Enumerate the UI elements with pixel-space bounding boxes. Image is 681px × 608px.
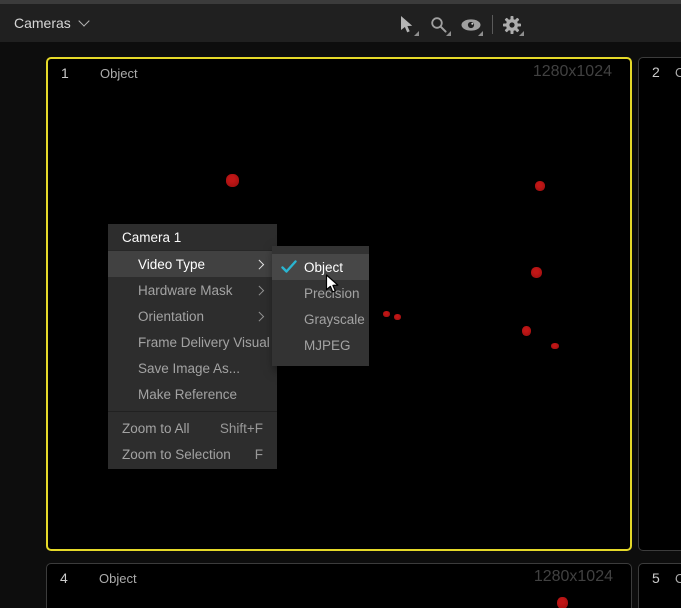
submenu-item-label: Object <box>304 260 343 275</box>
settings-tool-button[interactable] <box>499 12 524 37</box>
tool-dropdown-corner-icon <box>478 31 483 36</box>
shortcut-label: Shift+F <box>220 421 263 436</box>
panel-number: 4 <box>60 570 68 586</box>
menu-item-label: Frame Delivery Visual <box>138 335 270 350</box>
cursor-icon <box>400 16 414 34</box>
chevron-down-icon <box>78 15 89 26</box>
panel-video-type-label: Object <box>675 571 681 586</box>
visibility-tool-button[interactable] <box>458 12 483 37</box>
panel-number: 1 <box>61 65 69 81</box>
panel-resolution: 1280x1024 <box>533 63 612 81</box>
menu-item-zoom-to-selection[interactable]: Zoom to Selection F <box>108 441 277 467</box>
context-menu: Camera 1 Video Type Hardware Mask Orient… <box>108 224 277 469</box>
panel-video-type-label: Object <box>100 66 138 81</box>
menu-item-video-type[interactable]: Video Type <box>108 251 277 277</box>
menu-item-label: Zoom to All <box>122 421 190 436</box>
submenu-arrow-icon <box>254 285 263 294</box>
tracked-marker <box>531 267 542 278</box>
menu-item-label: Hardware Mask <box>138 283 233 298</box>
menu-item-frame-delivery-visual[interactable]: Frame Delivery Visual <box>108 329 277 355</box>
menu-item-label: Orientation <box>138 309 204 324</box>
tracked-marker <box>551 343 559 349</box>
menu-item-orientation[interactable]: Orientation <box>108 303 277 329</box>
panel-number: 2 <box>652 64 660 80</box>
panel-video-type-label: Object <box>675 65 681 80</box>
menu-item-label: Video Type <box>138 257 205 272</box>
zoom-tool-button[interactable] <box>426 12 451 37</box>
camera-viewport-2[interactable]: 2 Object <box>638 57 681 551</box>
submenu-item-mjpeg[interactable]: MJPEG <box>272 332 369 358</box>
menu-item-label: Make Reference <box>138 387 237 402</box>
tracked-marker <box>522 326 531 336</box>
cameras-view-dropdown[interactable]: Cameras <box>14 13 88 33</box>
context-menu-header: Camera 1 <box>108 224 277 251</box>
tool-dropdown-corner-icon <box>414 31 419 36</box>
submenu-arrow-icon <box>254 311 263 320</box>
menu-item-label: Save Image As... <box>138 361 240 376</box>
tracked-marker <box>226 174 239 187</box>
cameras-view-label: Cameras <box>14 15 71 31</box>
video-type-submenu: Object Precision Grayscale MJPEG <box>272 246 369 366</box>
tracked-marker <box>535 181 545 191</box>
topbar: Cameras <box>0 4 681 42</box>
toolbar <box>394 12 531 37</box>
toolbar-separator <box>492 15 493 34</box>
camera-viewport-5[interactable]: 5 Object <box>638 563 681 608</box>
magnifier-icon <box>430 16 448 34</box>
menu-item-hardware-mask[interactable]: Hardware Mask <box>108 277 277 303</box>
submenu-item-label: MJPEG <box>304 338 351 353</box>
checkmark-icon <box>281 260 297 274</box>
eye-icon <box>460 18 482 32</box>
panel-video-type-label: Object <box>99 571 137 586</box>
menu-item-zoom-to-all[interactable]: Zoom to All Shift+F <box>108 415 277 441</box>
tool-dropdown-corner-icon <box>446 31 451 36</box>
submenu-item-object[interactable]: Object <box>272 254 369 280</box>
menu-separator <box>108 411 277 412</box>
tracked-marker <box>394 314 401 320</box>
panel-number: 5 <box>652 570 660 586</box>
menu-item-save-image-as[interactable]: Save Image As... <box>108 355 277 381</box>
submenu-arrow-icon <box>254 259 263 268</box>
panel-resolution: 1280x1024 <box>534 568 613 586</box>
menu-item-make-reference[interactable]: Make Reference <box>108 381 277 407</box>
shortcut-label: F <box>255 447 263 462</box>
submenu-item-label: Precision <box>304 286 360 301</box>
submenu-item-precision[interactable]: Precision <box>272 280 369 306</box>
select-tool-button[interactable] <box>394 12 419 37</box>
tool-dropdown-corner-icon <box>519 31 524 36</box>
menu-item-label: Zoom to Selection <box>122 447 231 462</box>
submenu-item-label: Grayscale <box>304 312 365 327</box>
tracked-marker <box>383 311 390 317</box>
marker-layer <box>639 58 681 550</box>
application-window: Cameras <box>0 0 681 608</box>
camera-viewport-4[interactable]: 4 Object 1280x1024 <box>46 563 632 608</box>
tracked-marker <box>557 597 568 608</box>
submenu-item-grayscale[interactable]: Grayscale <box>272 306 369 332</box>
